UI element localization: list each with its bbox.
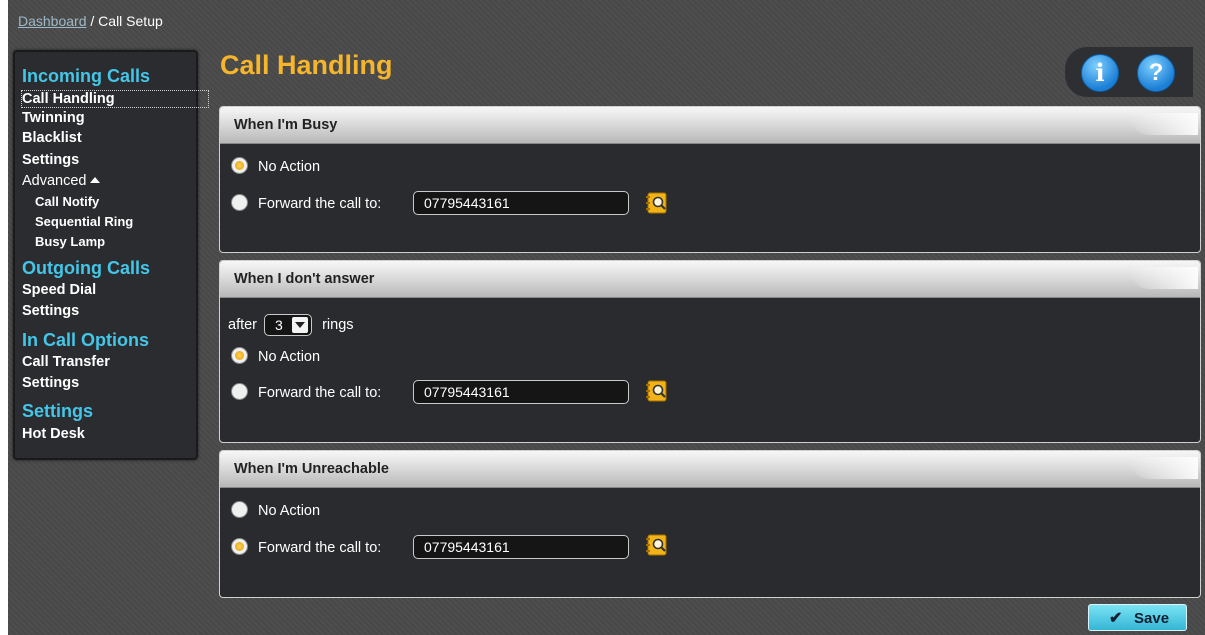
no-answer-no-action-radio[interactable] [231,347,248,364]
panel-title-unreachable: When I'm Unreachable [234,461,389,477]
rings-count-value: 3 [275,317,283,333]
sidebar-item-outgoing-settings[interactable]: Settings [22,303,79,319]
sidebar-item-hot-desk[interactable]: Hot Desk [22,426,85,442]
busy-no-action-label: No Action [258,159,321,175]
busy-forward-option[interactable]: Forward the call to: [231,194,381,212]
contact-lookup-icon[interactable] [645,191,669,215]
no-answer-forward-number-input[interactable]: 07795443161 [413,380,629,404]
sidebar-subitem-busy-lamp[interactable]: Busy Lamp [35,234,105,249]
sidebar-item-call-transfer[interactable]: Call Transfer [22,354,110,370]
sidebar-item-incoming-settings[interactable]: Settings [22,152,79,168]
panel-when-unreachable: When I'm Unreachable No Action Forward t… [219,450,1201,598]
busy-forward-number-input[interactable]: 07795443161 [413,191,629,215]
rings-row: after 3 rings [228,314,354,336]
no-answer-forward-option[interactable]: Forward the call to: [231,383,381,401]
rings-after-label: after [228,316,258,333]
rings-count-select[interactable]: 3 [264,314,313,336]
contact-lookup-icon[interactable] [645,533,669,557]
unreachable-forward-label: Forward the call to: [258,540,382,556]
rings-label: rings [322,316,354,333]
sidebar-item-speed-dial[interactable]: Speed Dial [22,282,96,298]
panel-header-unreachable: When I'm Unreachable [220,451,1200,488]
sidebar-subitem-sequential-ring[interactable]: Sequential Ring [35,214,133,229]
unreachable-no-action-option[interactable]: No Action [231,501,320,519]
panel-header-busy: When I'm Busy [220,107,1200,144]
breadcrumb-separator: / [86,13,99,29]
breadcrumb: Dashboard / Call Setup [18,13,163,29]
sidebar-item-advanced-label: Advanced [22,173,87,189]
busy-no-action-option[interactable]: No Action [231,157,320,175]
sidebar-item-twinning[interactable]: Twinning [22,110,85,126]
contact-lookup-icon[interactable] [645,379,669,403]
save-button[interactable]: ✔ Save [1088,604,1187,631]
unreachable-no-action-label: No Action [258,503,321,519]
breadcrumb-current: Call Setup [98,13,163,29]
breadcrumb-dashboard-link[interactable]: Dashboard [18,13,87,29]
checkmark-icon: ✔ [1109,610,1123,627]
sidebar-item-advanced[interactable]: Advanced [22,173,100,189]
no-answer-forward-label: Forward the call to: [258,385,382,401]
sidebar-item-blacklist[interactable]: Blacklist [22,130,82,146]
busy-forward-radio[interactable] [231,194,248,211]
sidebar-heading-in-call-options[interactable]: In Call Options [22,330,149,351]
no-answer-no-action-label: No Action [258,349,321,365]
no-answer-forward-radio[interactable] [231,383,248,400]
save-button-label: Save [1134,610,1170,627]
sidebar-heading-incoming-calls[interactable]: Incoming Calls [22,66,150,87]
unreachable-forward-number-input[interactable]: 07795443161 [413,535,629,559]
page-title: Call Handling [220,50,393,80]
caret-up-icon [89,177,100,183]
info-icon[interactable]: i [1081,54,1119,92]
busy-no-action-radio[interactable] [231,157,248,174]
panel-when-busy: When I'm Busy No Action Forward the call… [219,106,1201,253]
unreachable-forward-option[interactable]: Forward the call to: [231,538,381,556]
busy-forward-label: Forward the call to: [258,196,382,212]
no-answer-no-action-option[interactable]: No Action [231,347,320,365]
sidebar-subitem-call-notify[interactable]: Call Notify [35,194,99,209]
panel-header-no-answer: When I don't answer [220,261,1200,298]
sidebar-item-in-call-settings[interactable]: Settings [22,375,79,391]
panel-when-no-answer: When I don't answer after 3 rings No Act… [219,260,1201,443]
sidebar-nav: Incoming Calls Call Handling Twinning Bl… [13,50,209,460]
window-edge [0,0,8,635]
sidebar-item-call-handling[interactable]: Call Handling [21,90,209,108]
sidebar-heading-settings[interactable]: Settings [22,401,93,422]
unreachable-no-action-radio[interactable] [231,501,248,518]
help-icon[interactable]: ? [1137,54,1175,92]
unreachable-forward-radio[interactable] [231,538,248,555]
sidebar-heading-outgoing-calls[interactable]: Outgoing Calls [22,258,150,279]
panel-title-busy: When I'm Busy [234,117,338,133]
panel-title-no-answer: When I don't answer [234,271,375,287]
chevron-down-icon [292,317,309,333]
help-toolbar: i ? [1065,47,1193,97]
